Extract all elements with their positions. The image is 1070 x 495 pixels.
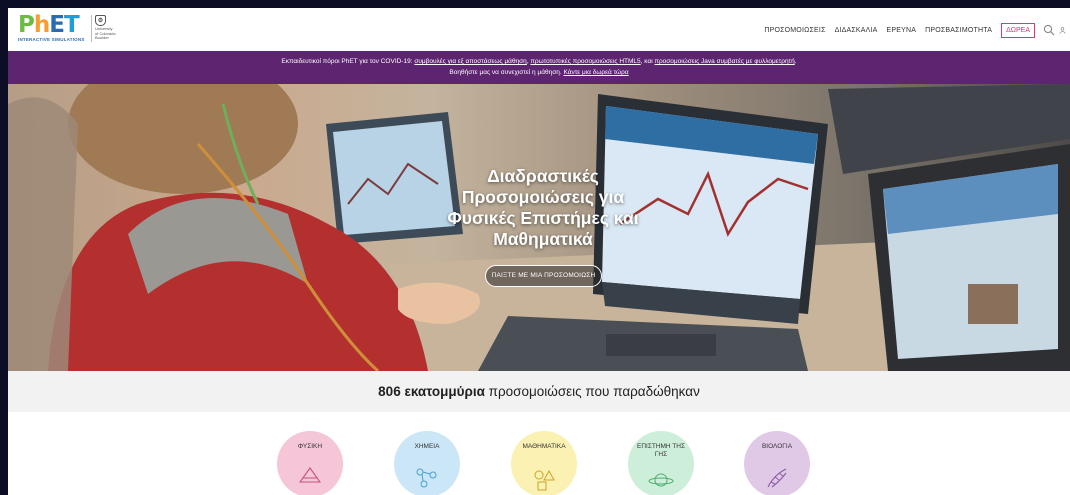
planet-icon (648, 473, 674, 487)
shapes-icon (534, 469, 555, 491)
phet-home-page: PhET INTERACTIVE SIMULATIONS ⚙ Universit… (8, 8, 1070, 495)
stats-label: προσομοιώσεις που παραδώθηκαν (484, 384, 700, 399)
donate-button[interactable]: ΔΩΡΕΑ (1001, 22, 1035, 38)
subject-label: ΜΑΘΗΜΑΤΙΚΑ (522, 443, 566, 450)
subject-label: ΧΗΜΕΙΑ (414, 443, 440, 450)
phet-logo[interactable]: PhET INTERACTIVE SIMULATIONS (18, 14, 88, 44)
nav-research[interactable]: ΕΡΕΥΝΑ (887, 27, 917, 34)
logo-tagline: INTERACTIVE SIMULATIONS (18, 37, 85, 42)
phet-wordmark: PhET (18, 12, 80, 38)
subject-label: ΒΙΟΛΟΓΙΑ (761, 443, 793, 450)
triangle-icon (299, 467, 321, 483)
subject-label: ΦΥΣΙΚΗ (297, 443, 323, 450)
nav-teaching[interactable]: ΔΙΔΑΣΚΑΛΙΑ (835, 27, 878, 34)
subject-biology[interactable]: ΒΙΟΛΟΓΙΑ (744, 431, 810, 495)
subject-chemistry[interactable]: ΧΗΜΕΙΑ (394, 431, 460, 495)
banner-link-remote-learning[interactable]: συμβουλές για εξ αποστάσεως μάθηση (414, 58, 526, 65)
logo-divider (91, 15, 92, 42)
play-simulation-button[interactable]: ΠΑΙΞΤΕ ΜΕ ΜΙΑ ΠΡΟΣΟΜΟΙΩΣΗ (485, 265, 602, 287)
banner-line-1: Εκπαιδευτικοί πόροι PhET για τον COVID-1… (281, 58, 797, 65)
banner-link-donate[interactable]: Κάντε μια δωρεά τώρα (563, 69, 628, 76)
molecule-icon (416, 468, 437, 488)
subject-math[interactable]: ΜΑΘΗΜΑΤΙΚΑ (511, 431, 577, 495)
covid-banner: Εκπαιδευτικοί πόροι PhET για τον COVID-1… (8, 51, 1070, 84)
dna-icon (767, 468, 787, 488)
subject-label: ΕΠΙΣΤΗΜΗ ΤΗΣ ΓΗΣ (637, 443, 685, 458)
banner-link-html5-sims[interactable]: πρωτοτυπικές προσομοιώσεις HTML5 (530, 58, 640, 65)
main-nav: ΠΡΟΣΟΜΟΙΩΣΕΙΣ ΔΙΔΑΣΚΑΛΙΑ ΕΡΕΥΝΑ ΠΡΟΣΒΑΣΙ… (764, 22, 1070, 38)
stats-count: 806 εκατομμύρια (378, 384, 485, 399)
subject-physics[interactable]: ΦΥΣΙΚΗ (277, 431, 343, 495)
user-icon[interactable] (1059, 24, 1066, 36)
subject-earth-science[interactable]: ΕΠΙΣΤΗΜΗ ΤΗΣ ΓΗΣ (628, 431, 694, 495)
banner-line-2: Βοηθήστε μας να συνεχιστεί η μάθηση. Κάν… (449, 69, 629, 76)
hero-title: Διαδραστικές Προσομοιώσεις για Φυσικές Ε… (447, 166, 639, 249)
nav-simulations[interactable]: ΠΡΟΣΟΜΟΙΩΣΕΙΣ (764, 27, 825, 34)
nav-accessibility[interactable]: ΠΡΟΣΒΑΣΙΜΟΤΗΤΑ (925, 27, 992, 34)
banner-link-java-sims[interactable]: προσομοιώσεις Java συμβατές με φυλλομετρ… (654, 58, 794, 65)
stats-bar: 806 εκατομμύρια προσομοιώσεις που παραδώ… (8, 371, 1070, 412)
cu-logo-text: University of Colorado Boulder (95, 26, 116, 40)
hero-section: Διαδραστικές Προσομοιώσεις για Φυσικές Ε… (8, 84, 1070, 371)
cu-boulder-logo[interactable]: ⚙ University of Colorado Boulder (95, 15, 129, 42)
site-header: PhET INTERACTIVE SIMULATIONS ⚙ Universit… (8, 8, 1070, 51)
search-icon[interactable] (1043, 24, 1055, 36)
cu-crest-icon: ⚙ (95, 15, 106, 26)
subject-categories: ΦΥΣΙΚΗ ΧΗΜΕΙΑ ΜΑΘΗΜΑΤΙΚΑ ΕΠΙΣΤΗΜΗ ΤΗΣ ΓΗ… (8, 412, 1070, 495)
